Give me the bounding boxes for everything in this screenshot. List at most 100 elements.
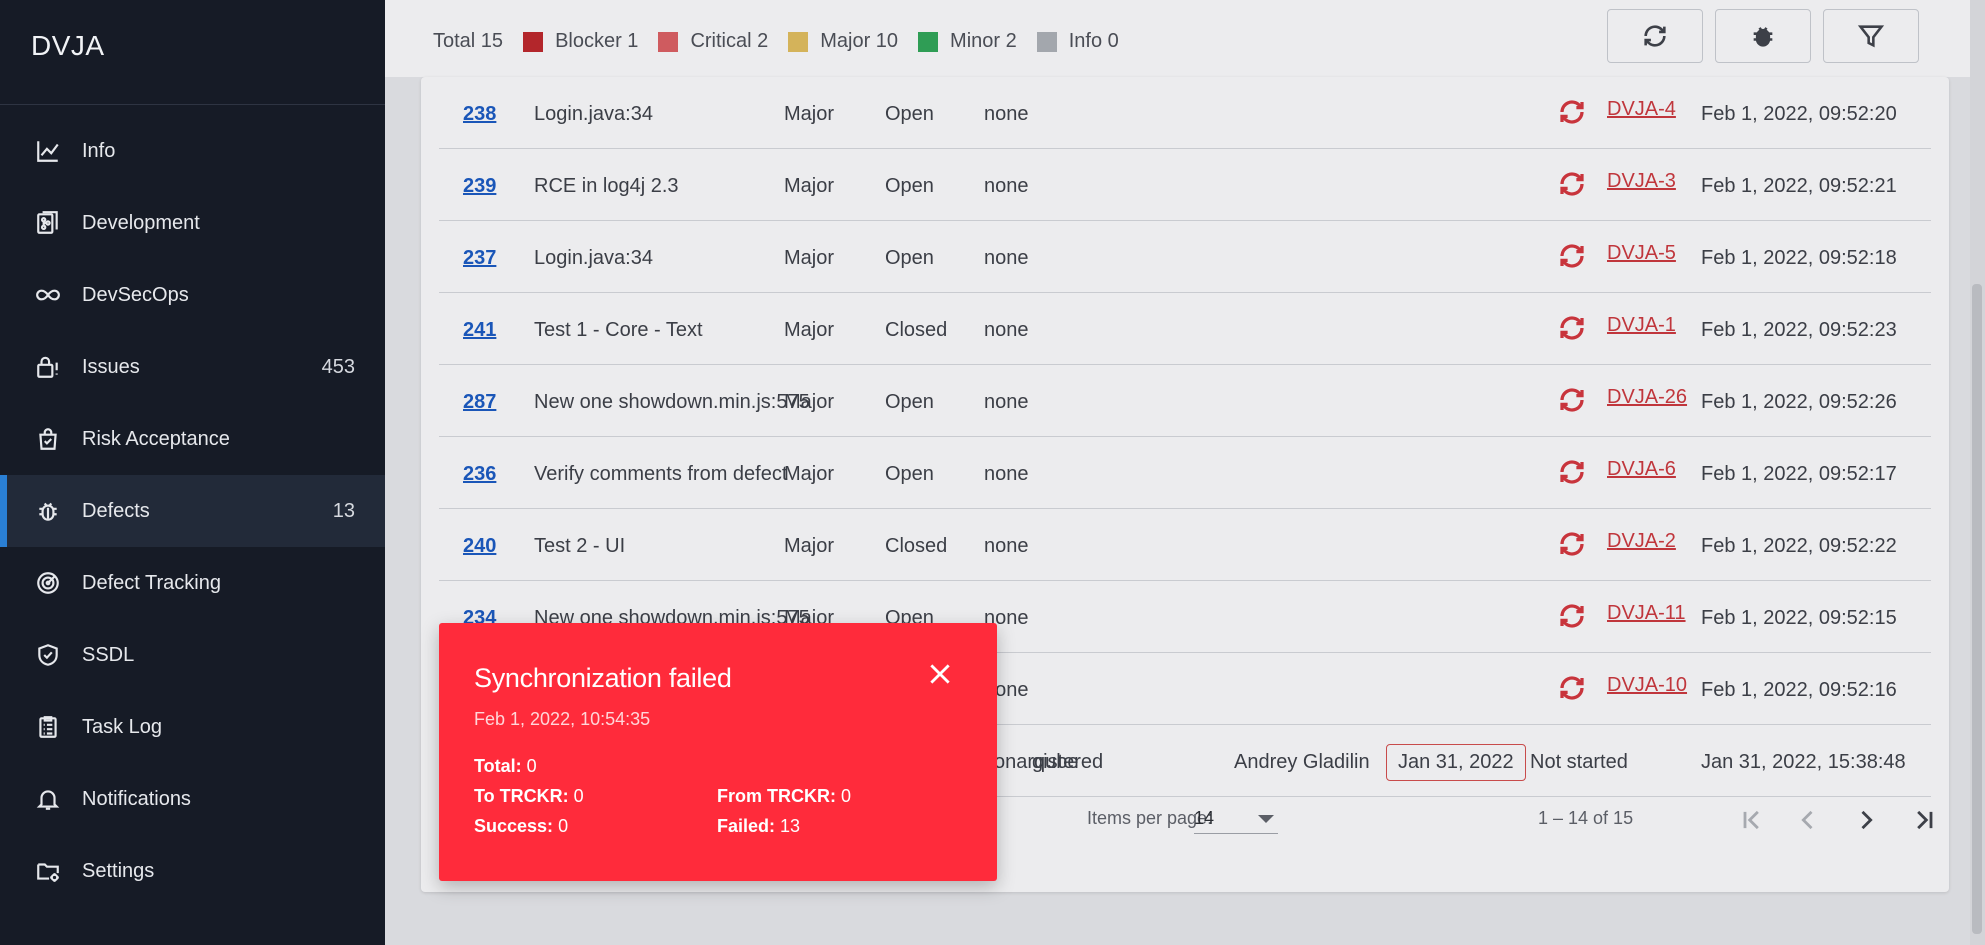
- chevron-left-icon: [1801, 810, 1813, 830]
- sync-icon[interactable]: [1557, 529, 1587, 565]
- sync-icon[interactable]: [1557, 169, 1587, 205]
- issue-assignee: none: [984, 535, 1029, 557]
- issue-id-link[interactable]: 237: [463, 247, 496, 270]
- sidebar-item-label: Settings: [82, 859, 155, 882]
- last-page-icon: [1917, 810, 1933, 830]
- sidebar-item-ssdl[interactable]: SSDL: [0, 619, 385, 691]
- sync-failed-toast: Synchronization failed Feb 1, 2022, 10:5…: [439, 623, 997, 881]
- defect-date: Feb 1, 2022, 09:52:17: [1701, 463, 1897, 485]
- summary-label: Blocker 1: [555, 30, 639, 52]
- issue-status: Closed: [885, 319, 948, 341]
- defect-link[interactable]: DVJA-5: [1607, 242, 1676, 265]
- issue-title: Login.java:34: [534, 103, 653, 125]
- issue-assignee: none: [984, 319, 1029, 341]
- row-state: Not started: [1530, 751, 1628, 773]
- table-row[interactable]: 236 Verify comments from defect Major Open n…: [439, 437, 1931, 509]
- defect-link[interactable]: DVJA-2: [1607, 530, 1676, 553]
- sync-icon[interactable]: [1557, 601, 1587, 637]
- issue-id-link[interactable]: 240: [463, 535, 496, 558]
- toast-success: Success: 0: [474, 816, 568, 837]
- toast-close-button[interactable]: [927, 661, 957, 691]
- bell-icon: [34, 785, 62, 813]
- filter-icon: [1857, 25, 1885, 48]
- radar-icon: [34, 569, 62, 597]
- last-page-button[interactable]: [1904, 800, 1944, 840]
- vertical-scrollbar[interactable]: [1970, 0, 1985, 945]
- sync-icon[interactable]: [1557, 97, 1587, 133]
- bug-button[interactable]: [1715, 9, 1811, 63]
- stat-label: From TRCKR:: [717, 786, 836, 806]
- filter-button[interactable]: [1823, 9, 1919, 63]
- table-row[interactable]: 240 Test 2 - UI Major Closed none DVJA-2 Feb 1…: [439, 509, 1931, 581]
- defect-link[interactable]: DVJA-4: [1607, 98, 1676, 121]
- scrollbar-thumb[interactable]: [1972, 284, 1982, 934]
- sidebar-item-label: SSDL: [82, 643, 135, 666]
- issue-status: Open: [885, 103, 934, 125]
- sidebar-item-label: DevSecOps: [82, 283, 189, 306]
- sidebar-item-defect-tracking[interactable]: Defect Tracking: [0, 547, 385, 619]
- defect-link[interactable]: DVJA-1: [1607, 314, 1676, 337]
- sidebar-item-settings[interactable]: Settings: [0, 835, 385, 907]
- sync-button[interactable]: [1607, 9, 1703, 63]
- sync-icon[interactable]: [1557, 457, 1587, 493]
- sidebar-item-risk-acceptance[interactable]: Risk Acceptance: [0, 403, 385, 475]
- sidebar-item-devsecops[interactable]: DevSecOps: [0, 259, 385, 331]
- table-row[interactable]: 237 Login.java:34 Major Open none DVJA-5 Feb 1…: [439, 221, 1931, 293]
- toast-title: Synchronization failed: [474, 663, 732, 693]
- sidebar-item-info[interactable]: Info: [0, 115, 385, 187]
- toast-time: Feb 1, 2022, 10:54:35: [474, 709, 651, 729]
- table-row[interactable]: 241 Test 1 - Core - Text Major Closed none DV…: [439, 293, 1931, 365]
- sidebar-item-issues[interactable]: Issues 453: [0, 331, 385, 403]
- sync-icon[interactable]: [1557, 385, 1587, 421]
- issue-title: New one showdown.min.js:575: [534, 391, 810, 413]
- issue-id-link[interactable]: 236: [463, 463, 496, 486]
- issue-id-link[interactable]: 239: [463, 175, 496, 198]
- bug-icon: [34, 497, 62, 525]
- sidebar-item-development[interactable]: Development: [0, 187, 385, 259]
- first-page-button[interactable]: [1732, 800, 1772, 840]
- table-row[interactable]: 239 RCE in log4j 2.3 Major Open none DVJA-3 Fe…: [439, 149, 1931, 221]
- defect-link[interactable]: DVJA-11: [1607, 602, 1686, 625]
- stat-value: 0: [526, 756, 537, 776]
- defect-date: Feb 1, 2022, 09:52:16: [1701, 679, 1897, 701]
- items-per-page-select[interactable]: 14: [1194, 802, 1278, 834]
- issue-id-link[interactable]: 241: [463, 319, 496, 342]
- issue-id-link[interactable]: 238: [463, 103, 496, 126]
- issue-title: RCE in log4j 2.3: [534, 175, 679, 197]
- stat-value: 13: [780, 816, 801, 836]
- sidebar-item-task-log[interactable]: Task Log: [0, 691, 385, 763]
- sidebar-item-label: Task Log: [82, 715, 163, 738]
- defect-link[interactable]: DVJA-3: [1607, 170, 1676, 193]
- stat-value: 0: [841, 786, 852, 806]
- stat-label: To TRCKR:: [474, 786, 569, 806]
- summary-bar: Total 15 Blocker 1 Critical 2 Major 10 M…: [385, 0, 1970, 77]
- defect-date: Feb 1, 2022, 09:52:18: [1701, 247, 1897, 269]
- defect-date: Feb 1, 2022, 09:52:22: [1701, 535, 1897, 557]
- next-page-button[interactable]: [1846, 800, 1886, 840]
- defect-link[interactable]: DVJA-26: [1607, 386, 1687, 409]
- table-row[interactable]: 238 Login.java:34 Major Open none DVJA-4 Feb 1…: [439, 77, 1931, 149]
- bug-icon: [1753, 27, 1773, 47]
- defect-link[interactable]: DVJA-6: [1607, 458, 1676, 481]
- table-row[interactable]: 287 New one showdown.min.js:575 Major Open n…: [439, 365, 1931, 437]
- sidebar-item-label: Development: [82, 211, 200, 234]
- issue-assignee: none: [984, 247, 1029, 269]
- sync-icon[interactable]: [1557, 673, 1587, 709]
- toast-total: Total: 0: [474, 756, 537, 777]
- issue-title: Login.java:34: [534, 247, 653, 269]
- issue-id-link[interactable]: 287: [463, 391, 496, 414]
- sidebar-item-notifications[interactable]: Notifications: [0, 763, 385, 835]
- sync-icon[interactable]: [1557, 313, 1587, 349]
- sidebar-item-defects[interactable]: Defects 13: [0, 475, 385, 547]
- issue-status: Open: [885, 391, 934, 413]
- summary-info: Info 0: [1036, 30, 1119, 53]
- previous-page-button[interactable]: [1788, 800, 1828, 840]
- due-date-badge: Jan 31, 2022: [1386, 744, 1526, 781]
- issue-severity: Major: [784, 535, 835, 557]
- sidebar-item-label: Issues: [82, 355, 140, 378]
- sync-icon[interactable]: [1557, 241, 1587, 277]
- source-branch-icon: [34, 209, 62, 237]
- sync-icon: [1644, 25, 1666, 47]
- defect-link[interactable]: DVJA-10: [1607, 674, 1687, 697]
- app-brand: DVJA: [0, 0, 385, 105]
